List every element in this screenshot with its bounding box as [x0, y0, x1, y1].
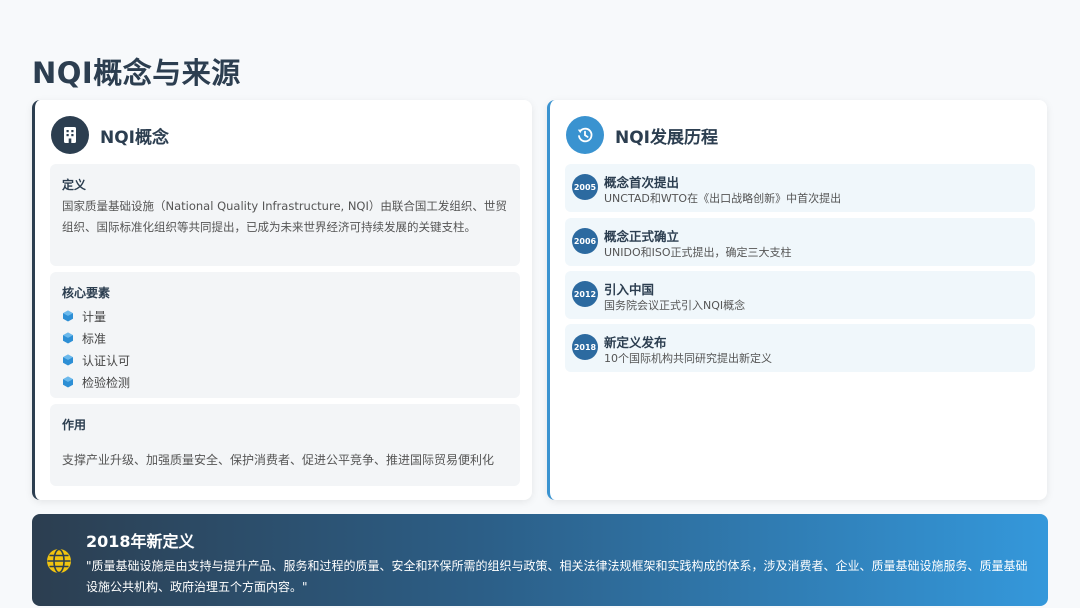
year-badge: 2012 [572, 281, 598, 307]
timeline-title: 新定义发布 [604, 335, 667, 350]
timeline-title: 概念正式确立 [604, 229, 680, 244]
core-element-label: 认证认可 [82, 353, 131, 368]
history-card-header: NQI发展历程 [566, 116, 718, 154]
timeline-desc: 10个国际机构共同研究提出新定义 [604, 352, 772, 365]
cube-icon [63, 376, 73, 388]
history-card-title: NQI发展历程 [615, 127, 719, 148]
year-badge: 2005 [572, 174, 598, 200]
timeline-title: 概念首次提出 [604, 175, 680, 190]
core-elements-section: 核心要素 计量 标准 认证认可 检验检测 [50, 272, 520, 398]
core-elements-label: 核心要素 [62, 286, 111, 300]
definition-text: 国家质量基础设施（National Quality Infrastructure… [62, 199, 507, 234]
timeline-title: 引入中国 [604, 282, 655, 297]
year-badge: 2006 [572, 228, 598, 254]
history-card: NQI发展历程 2005 概念首次提出 UNCTAD和WTO在《出口战略创新》中… [547, 100, 1047, 500]
timeline-item: 2012 引入中国 国务院会议正式引入NQI概念 [565, 271, 1035, 319]
core-element-item: 计量 [62, 305, 508, 327]
role-label: 作用 [62, 418, 87, 432]
role-section: 作用 支撑产业升级、加强质量安全、保护消费者、促进公平竞争、推进国际贸易便利化 [50, 404, 520, 486]
banner-text: "质量基础设施是由支持与提升产品、服务和过程的质量、安全和环保所需的组织与政策、… [86, 559, 1028, 594]
core-element-item: 认证认可 [62, 349, 508, 371]
core-element-item: 检验检测 [62, 371, 508, 393]
timeline-desc: UNCTAD和WTO在《出口战略创新》中首次提出 [604, 192, 842, 205]
history-icon [566, 116, 604, 154]
role-text: 支撑产业升级、加强质量安全、保护消费者、促进公平竞争、推进国际贸易便利化 [62, 453, 495, 467]
new-definition-banner: 2018年新定义 "质量基础设施是由支持与提升产品、服务和过程的质量、安全和环保… [32, 514, 1048, 606]
timeline-item: 2006 概念正式确立 UNIDO和ISO正式提出，确定三大支柱 [565, 218, 1035, 266]
timeline-desc: UNIDO和ISO正式提出，确定三大支柱 [604, 246, 792, 259]
timeline-item: 2005 概念首次提出 UNCTAD和WTO在《出口战略创新》中首次提出 [565, 164, 1035, 212]
banner-title: 2018年新定义 [86, 532, 195, 551]
page-title: NQI概念与来源 [32, 56, 241, 90]
timeline-item: 2018 新定义发布 10个国际机构共同研究提出新定义 [565, 324, 1035, 372]
building-icon [51, 116, 89, 154]
core-element-label: 计量 [82, 309, 107, 324]
cube-icon [63, 332, 73, 344]
timeline-desc: 国务院会议正式引入NQI概念 [604, 299, 746, 312]
concept-card-header: NQI概念 [51, 116, 169, 154]
core-element-item: 标准 [62, 327, 508, 349]
definition-label: 定义 [62, 178, 87, 192]
cube-icon [63, 354, 73, 366]
concept-card: NQI概念 定义 国家质量基础设施（National Quality Infra… [32, 100, 532, 500]
definition-section: 定义 国家质量基础设施（National Quality Infrastruct… [50, 164, 520, 266]
year-badge: 2018 [572, 334, 598, 360]
core-element-label: 标准 [82, 331, 107, 346]
core-element-label: 检验检测 [82, 375, 131, 390]
globe-icon [47, 548, 71, 574]
cube-icon [63, 310, 73, 322]
concept-card-title: NQI概念 [100, 127, 170, 148]
